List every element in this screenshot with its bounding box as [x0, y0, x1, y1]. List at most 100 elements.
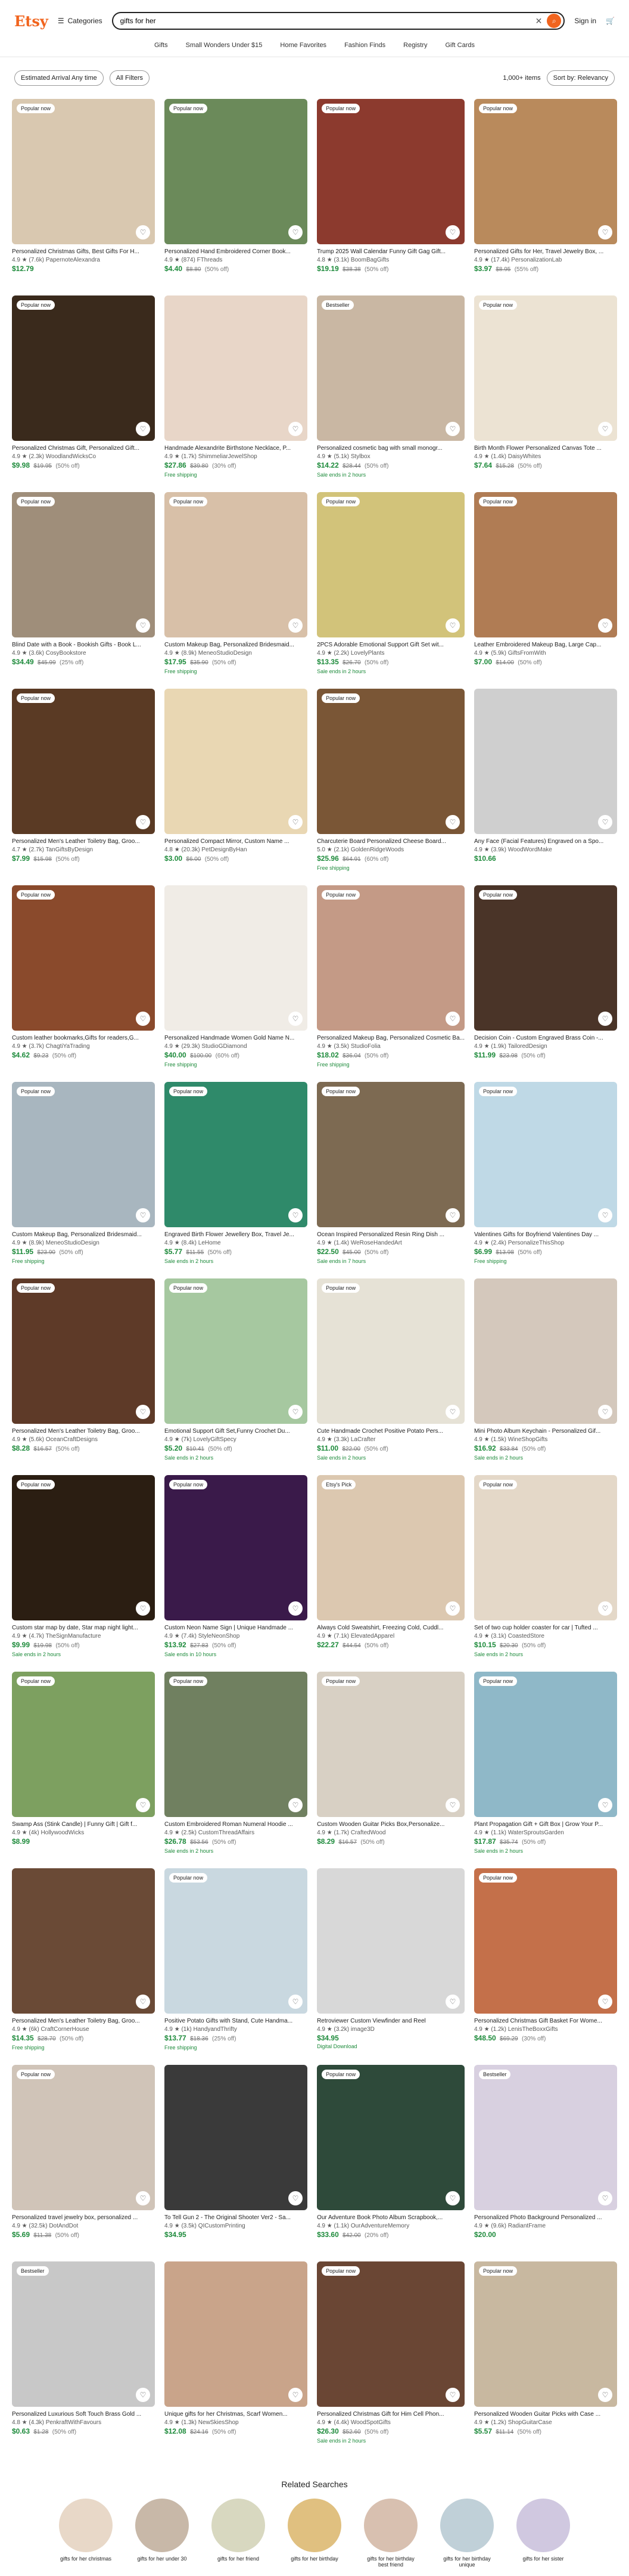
- product-card[interactable]: Popular now ♡ Ocean Inspired Personalize…: [317, 1082, 465, 1278]
- product-image[interactable]: Popular now ♡: [164, 99, 308, 244]
- product-title[interactable]: Trump 2025 Wall Calendar Funny Gift Gag …: [317, 248, 465, 256]
- shop-name[interactable]: LeHome: [198, 1240, 221, 1246]
- product-card[interactable]: Popular now ♡ Custom Makeup Bag, Persona…: [164, 492, 308, 689]
- favorite-heart-icon[interactable]: ♡: [136, 1601, 151, 1616]
- favorite-heart-icon[interactable]: ♡: [445, 2388, 460, 2402]
- shop-name[interactable]: NewSkiesShop: [198, 2419, 239, 2426]
- product-title[interactable]: Blind Date with a Book - Bookish Gifts -…: [12, 641, 155, 649]
- product-image[interactable]: Popular now ♡: [474, 1672, 617, 1817]
- product-image[interactable]: Popular now ♡: [12, 885, 155, 1031]
- shop-name[interactable]: PetDesignByHan: [201, 847, 247, 853]
- product-card[interactable]: Popular now ♡ Personalized Christmas Gif…: [474, 1868, 617, 2065]
- shop-name[interactable]: WoodSpotGifts: [351, 2419, 391, 2426]
- shop-name[interactable]: WineShopGifts: [508, 1436, 548, 1443]
- etsy-logo[interactable]: Etsy: [14, 13, 48, 30]
- product-title[interactable]: Custom Makeup Bag, Personalized Bridesma…: [164, 641, 307, 649]
- shop-name[interactable]: LenisTheBoxxGifts: [508, 2026, 558, 2033]
- product-title[interactable]: Handmade Alexandrite Birthstone Necklace…: [164, 444, 307, 453]
- favorite-heart-icon[interactable]: ♡: [136, 2191, 151, 2205]
- shop-name[interactable]: GoldenRidgeWoods: [351, 847, 404, 853]
- product-image[interactable]: Bestseller ♡: [317, 295, 465, 441]
- shop-name[interactable]: DaisyWhites: [508, 453, 541, 460]
- sort-dropdown[interactable]: Sort by: Relevancy: [546, 70, 615, 86]
- product-image[interactable]: ♡: [12, 1868, 155, 2014]
- product-image[interactable]: Popular now ♡: [12, 2065, 155, 2210]
- related-search-item[interactable]: gifts for her birthday best friend: [364, 2499, 418, 2568]
- product-card[interactable]: Popular now ♡ Leather Embroidered Makeup…: [474, 492, 617, 689]
- product-title[interactable]: Personalized Handmade Women Gold Name N.…: [164, 1034, 307, 1043]
- cart-icon[interactable]: 🛒: [606, 17, 615, 25]
- product-title[interactable]: Unique gifts for her Christmas, Scarf Wo…: [164, 2410, 307, 2419]
- related-search-image[interactable]: [516, 2499, 570, 2552]
- shop-name[interactable]: WoodWordMake: [508, 847, 552, 853]
- product-card[interactable]: ♡ Personalized Compact Mirror, Custom Na…: [164, 689, 308, 885]
- product-image[interactable]: Popular now ♡: [317, 2065, 465, 2210]
- favorite-heart-icon[interactable]: ♡: [445, 1798, 460, 1812]
- favorite-heart-icon[interactable]: ♡: [136, 1995, 151, 2009]
- product-card[interactable]: Popular now ♡ Our Adventure Book Photo A…: [317, 2065, 465, 2261]
- related-search-item[interactable]: gifts for her birthday unique: [440, 2499, 494, 2568]
- favorite-heart-icon[interactable]: ♡: [598, 1798, 612, 1812]
- product-title[interactable]: Custom Makeup Bag, Personalized Bridesma…: [12, 1231, 155, 1239]
- product-title[interactable]: Custom star map by date, Star map night …: [12, 1624, 155, 1632]
- product-image[interactable]: Popular now ♡: [12, 492, 155, 637]
- related-search-image[interactable]: [288, 2499, 341, 2552]
- product-card[interactable]: Popular now ♡ Positive Potato Gifts with…: [164, 1868, 308, 2065]
- shop-name[interactable]: TheSignManufacture: [46, 1633, 101, 1639]
- shop-name[interactable]: TailoredDesign: [508, 1043, 547, 1050]
- product-title[interactable]: Personalized Men's Leather Toiletry Bag,…: [12, 2017, 155, 2026]
- favorite-heart-icon[interactable]: ♡: [136, 1405, 151, 1419]
- product-title[interactable]: Ocean Inspired Personalized Resin Ring D…: [317, 1231, 465, 1239]
- related-search-item[interactable]: gifts for her sister: [516, 2499, 570, 2568]
- nav-item-registry[interactable]: Registry: [403, 42, 427, 57]
- product-title[interactable]: Personalized Christmas Gifts, Best Gifts…: [12, 248, 155, 256]
- product-card[interactable]: ♡ To Tell Gun 2 - The Original Shooter V…: [164, 2065, 308, 2261]
- product-card[interactable]: Popular now ♡ Engraved Birth Flower Jewe…: [164, 1082, 308, 1278]
- product-card[interactable]: ♡ Any Face (Facial Features) Engraved on…: [474, 689, 617, 885]
- product-image[interactable]: ♡: [474, 689, 617, 834]
- product-title[interactable]: Personalized Photo Background Personaliz…: [474, 2214, 617, 2222]
- favorite-heart-icon[interactable]: ♡: [598, 1995, 612, 2009]
- product-image[interactable]: Popular now ♡: [474, 1475, 617, 1620]
- product-image[interactable]: ♡: [317, 1868, 465, 2014]
- favorite-heart-icon[interactable]: ♡: [445, 422, 460, 436]
- favorite-heart-icon[interactable]: ♡: [598, 1012, 612, 1026]
- product-card[interactable]: Popular now ♡ Birth Month Flower Persona…: [474, 295, 617, 492]
- favorite-heart-icon[interactable]: ♡: [288, 1405, 303, 1419]
- shop-name[interactable]: BoomBagGifts: [351, 257, 389, 263]
- product-title[interactable]: Retroviewer Custom Viewfinder and Reel: [317, 2017, 465, 2026]
- favorite-heart-icon[interactable]: ♡: [598, 1208, 612, 1222]
- product-image[interactable]: ♡: [164, 2261, 308, 2407]
- shop-name[interactable]: FThreads: [197, 257, 223, 263]
- shop-name[interactable]: GiftsFromWith: [508, 650, 546, 657]
- product-title[interactable]: Custom Embroidered Roman Numeral Hoodie …: [164, 1821, 307, 1829]
- related-search-image[interactable]: [59, 2499, 113, 2552]
- product-title[interactable]: Custom Neon Name Sign | Unique Handmade …: [164, 1624, 307, 1632]
- shop-name[interactable]: StyleNeonShop: [198, 1633, 240, 1639]
- product-card[interactable]: ♡ Personalized Handmade Women Gold Name …: [164, 885, 308, 1082]
- product-title[interactable]: Emotional Support Gift Set,Funny Crochet…: [164, 1427, 307, 1436]
- shop-name[interactable]: ChagtiYaTrading: [46, 1043, 90, 1050]
- shop-name[interactable]: StudioFolia: [351, 1043, 381, 1050]
- favorite-heart-icon[interactable]: ♡: [445, 1012, 460, 1026]
- product-title[interactable]: Personalized Compact Mirror, Custom Name…: [164, 838, 307, 846]
- product-title[interactable]: Any Face (Facial Features) Engraved on a…: [474, 838, 617, 846]
- favorite-heart-icon[interactable]: ♡: [136, 422, 151, 436]
- nav-item-small-wonders[interactable]: Small Wonders Under $15: [186, 42, 263, 57]
- favorite-heart-icon[interactable]: ♡: [445, 1208, 460, 1222]
- nav-item-gifts[interactable]: Gifts: [154, 42, 168, 57]
- product-card[interactable]: Popular now ♡ Personalized Wooden Guitar…: [474, 2261, 617, 2458]
- product-image[interactable]: Popular now ♡: [12, 1082, 155, 1227]
- favorite-heart-icon[interactable]: ♡: [598, 2191, 612, 2205]
- all-filters-button[interactable]: All Filters: [109, 70, 150, 86]
- shop-name[interactable]: PersonalizationLab: [511, 257, 562, 263]
- shop-name[interactable]: DotAndDot: [49, 2223, 78, 2229]
- product-image[interactable]: Popular now ♡: [317, 492, 465, 637]
- product-image[interactable]: Popular now ♡: [317, 1672, 465, 1817]
- product-card[interactable]: Popular now ♡ Personalized Men's Leather…: [12, 1278, 155, 1475]
- product-card[interactable]: Popular now ♡ Personalized Men's Leather…: [12, 689, 155, 885]
- favorite-heart-icon[interactable]: ♡: [598, 815, 612, 829]
- related-search-image[interactable]: [135, 2499, 189, 2552]
- favorite-heart-icon[interactable]: ♡: [598, 422, 612, 436]
- product-image[interactable]: Popular now ♡: [474, 885, 617, 1031]
